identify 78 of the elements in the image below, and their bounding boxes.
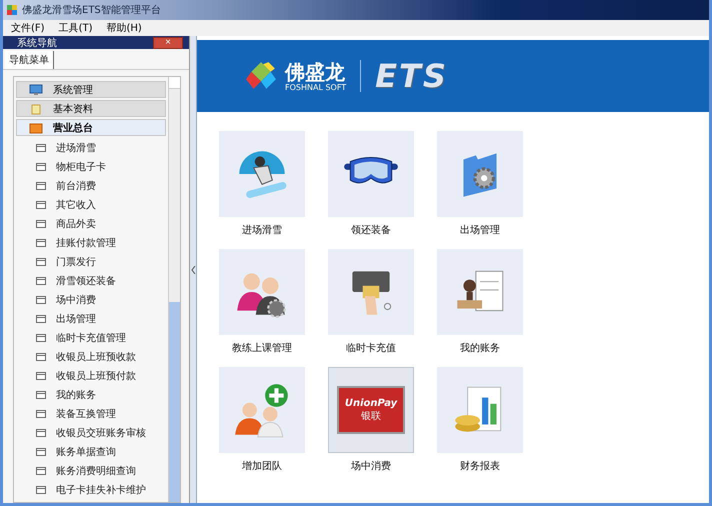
function-tile[interactable] [328, 249, 414, 335]
nav-title: 系统导航 [17, 36, 57, 50]
nav-item[interactable]: 前台消费 [16, 176, 166, 195]
brand-name: 佛盛龙 [285, 60, 346, 82]
card-brand-chinese: 银联 [361, 410, 381, 422]
tile-label: 领还装备 [351, 224, 391, 237]
nav-item[interactable]: 场中消费 [16, 290, 166, 309]
window-icon [36, 238, 46, 246]
nav-item[interactable]: 我的账务 [16, 385, 166, 404]
function-tile[interactable] [437, 131, 523, 217]
nav-item[interactable]: 收银员交班账务审核 [16, 423, 166, 442]
window-icon [36, 410, 46, 418]
tile-label: 增加团队 [242, 460, 282, 473]
window-icon [36, 144, 46, 152]
window-icon [36, 486, 46, 494]
function-tile[interactable] [437, 249, 523, 335]
nav-item[interactable]: 门票发行 [16, 252, 166, 271]
tile-label: 进场滑雪 [242, 224, 282, 237]
menu-item[interactable]: 帮助(H) [106, 21, 142, 35]
nav-item[interactable]: 收银员上班预收款 [16, 347, 166, 366]
folder-icon [29, 102, 43, 114]
nav-item[interactable]: 物柜电子卡 [16, 157, 166, 176]
window-icon [36, 314, 46, 322]
close-button[interactable]: × [153, 36, 183, 48]
window-title: 佛盛龙滑雪场ETS智能管理平台 [22, 4, 161, 17]
chevron-left-icon[interactable] [190, 266, 196, 274]
nav-item[interactable]: 商品外卖 [16, 214, 166, 233]
nav-item[interactable]: 电子卡挂失补卡维护 [16, 480, 166, 499]
nav-item[interactable]: 账务单据查询 [16, 442, 166, 461]
card-brand: UnionPay [344, 398, 398, 408]
nav-group[interactable]: 营业总台 [16, 119, 166, 136]
nav-item[interactable]: 挂账付款管理 [16, 233, 166, 252]
window-icon [36, 352, 46, 360]
window-icon [36, 200, 46, 208]
function-tile[interactable] [219, 249, 305, 335]
tile-label: 教练上课管理 [232, 342, 292, 355]
window-icon [36, 428, 46, 436]
nav-item[interactable]: 滑雪领还装备 [16, 271, 166, 290]
monitor-icon [29, 84, 43, 96]
window-icon [36, 258, 46, 266]
tile-label: 场中消费 [351, 460, 391, 473]
nav-group[interactable]: 基本资料 [16, 100, 166, 117]
nav-item[interactable]: 进场滑雪 [16, 138, 166, 157]
brand-subtitle: FOSHNAL SOFT [285, 82, 346, 92]
nav-item[interactable]: 装备互换管理 [16, 404, 166, 423]
nav-item[interactable]: 收银员上班预付款 [16, 366, 166, 385]
nav-group[interactable]: 系统管理 [16, 81, 166, 98]
function-tile[interactable] [437, 367, 523, 453]
window-icon [36, 372, 46, 380]
app-logo-icon [6, 4, 18, 16]
nav-item[interactable]: 出场管理 [16, 309, 166, 328]
tile-label: 出场管理 [460, 224, 500, 237]
window-icon [36, 220, 46, 228]
tile-label: 财务报表 [460, 460, 500, 473]
tile-label: 临时卡充值 [346, 342, 396, 355]
function-tile[interactable] [328, 131, 414, 217]
function-tile[interactable]: UnionPay 银联 [328, 367, 414, 453]
function-tile[interactable] [219, 131, 305, 217]
menu-item[interactable]: 工具(T) [58, 21, 92, 35]
scroll-up-icon[interactable] [169, 77, 180, 89]
window-icon [36, 162, 46, 170]
window-icon [36, 334, 46, 342]
window-icon [36, 276, 46, 284]
product-logo: ETS [375, 57, 448, 95]
window-icon [36, 390, 46, 398]
window-icon [36, 448, 46, 456]
nav-item[interactable]: 其它收入 [16, 195, 166, 214]
menu-item[interactable]: 文件(F) [11, 21, 45, 35]
box-icon [29, 122, 43, 134]
tile-label: 我的账务 [460, 342, 500, 355]
nav-item[interactable]: 账务消费明细查询 [16, 461, 166, 480]
window-icon [36, 466, 46, 474]
window-icon [36, 182, 46, 190]
scrollbar-thumb[interactable] [169, 302, 180, 502]
function-tile[interactable] [219, 367, 305, 453]
nav-tab[interactable]: 导航菜单 [5, 51, 54, 69]
nav-item[interactable]: 临时卡充值管理 [16, 328, 166, 347]
window-icon [36, 296, 46, 304]
